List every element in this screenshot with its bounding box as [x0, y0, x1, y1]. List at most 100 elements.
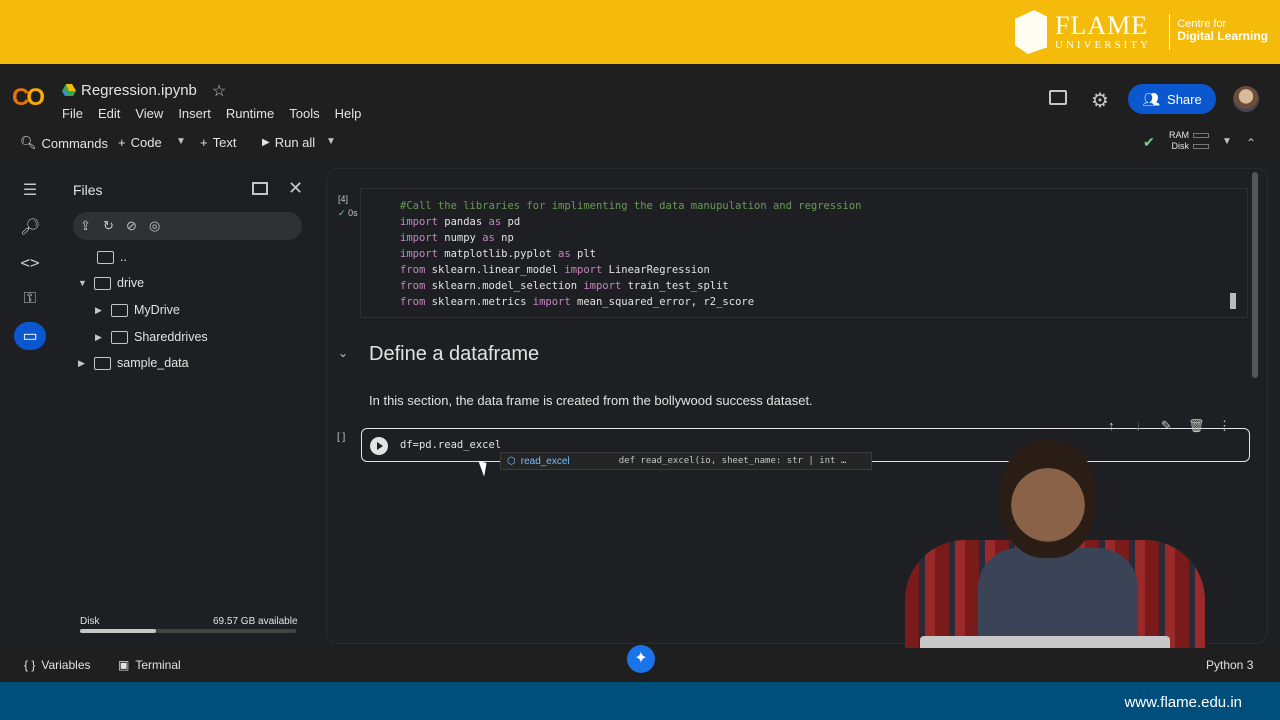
- code-line: from sklearn.linear_model import LinearR…: [400, 264, 710, 276]
- flame-logo: FLAME UNIVERSITY: [1015, 10, 1170, 54]
- caret-right-icon[interactable]: ▶: [95, 305, 105, 316]
- share-label: Share: [1167, 91, 1202, 107]
- section-heading: Define a dataframe: [369, 343, 540, 365]
- files-panel-title: Files: [73, 182, 103, 198]
- left-rail: [0, 168, 60, 648]
- delete-icon[interactable]: 🗑︎: [1188, 418, 1205, 434]
- files-panel: [60, 168, 318, 648]
- run-all-label: Run all: [274, 135, 316, 150]
- menu-view[interactable]: View: [135, 106, 163, 121]
- exec-time: 0s: [348, 208, 358, 218]
- code-line: import numpy as np: [400, 232, 514, 244]
- hide-files-icon[interactable]: ◎: [149, 218, 160, 234]
- autocomplete-popup[interactable]: ⬡ read_excel def read_excel(io, sheet_na…: [500, 452, 872, 470]
- section-description: In this section, the data frame is creat…: [369, 393, 813, 408]
- move-up-icon[interactable]: ↑: [1108, 418, 1115, 433]
- folder-icon: [111, 330, 128, 344]
- footer-banner: [0, 682, 1280, 720]
- disk-usage-fill: [80, 629, 156, 633]
- caret-right-icon[interactable]: ▶: [78, 358, 88, 369]
- tree-item-drive[interactable]: ▼ drive: [78, 276, 144, 290]
- caret-right-icon[interactable]: ▶: [95, 332, 105, 343]
- caret-down-icon[interactable]: ▼: [78, 278, 88, 288]
- runtime-type[interactable]: Python 3: [1206, 658, 1253, 672]
- more-options-icon[interactable]: ⋮: [1218, 418, 1231, 434]
- tree-item-label: sample_data: [117, 356, 189, 370]
- gear-icon[interactable]: ⚙: [1091, 88, 1109, 113]
- run-all-button[interactable]: ▶ Run all: [262, 135, 315, 150]
- chevron-down-icon[interactable]: ▼: [326, 136, 336, 147]
- variables-button[interactable]: { } Variables: [24, 658, 91, 672]
- autocomplete-signature: def read_excel(io, sheet_name: str | int…: [618, 456, 847, 466]
- code-snippets-icon[interactable]: <>: [20, 253, 40, 273]
- folder-icon: [111, 303, 128, 317]
- notebook-title[interactable]: Regression.ipynb: [81, 82, 197, 99]
- close-icon[interactable]: ✕: [288, 178, 303, 199]
- table-of-contents-icon[interactable]: ☰: [20, 180, 40, 200]
- menu-runtime[interactable]: Runtime: [226, 106, 274, 121]
- variables-label: Variables: [41, 658, 91, 672]
- commands-button[interactable]: 🔍︎ Commands: [20, 135, 108, 151]
- tree-item-parent[interactable]: ..: [97, 250, 127, 264]
- terminal-icon: ▣: [118, 658, 130, 672]
- brand-divider: [1169, 14, 1170, 50]
- key-icon[interactable]: ⚿: [20, 290, 40, 310]
- chevron-up-icon[interactable]: ⌃: [1246, 136, 1256, 150]
- code-line: import matplotlib.pyplot as plt: [400, 248, 596, 260]
- star-icon[interactable]: ☆: [212, 81, 226, 101]
- menu-help[interactable]: Help: [335, 106, 362, 121]
- run-cell-button[interactable]: [370, 437, 388, 455]
- resource-monitor[interactable]: RAM Disk: [1169, 130, 1189, 152]
- tree-item-label: Shareddrives: [134, 330, 208, 344]
- folder-icon: [97, 250, 114, 264]
- refresh-icon[interactable]: ↻: [103, 218, 114, 234]
- chevron-down-icon[interactable]: ⌄: [338, 346, 348, 360]
- cell-scrollbar[interactable]: [1230, 293, 1236, 309]
- colab-logo[interactable]: CO: [12, 84, 45, 112]
- notebook-scrollbar[interactable]: [1252, 172, 1258, 378]
- footer-url: www.flame.edu.in: [1124, 694, 1242, 711]
- text-label: Text: [212, 135, 237, 150]
- move-down-icon[interactable]: ↓: [1135, 418, 1142, 433]
- code-line[interactable]: df=pd.read_excel: [400, 439, 501, 451]
- autocomplete-suggestion[interactable]: read_excel: [521, 456, 619, 467]
- disk-label-top: Disk: [1171, 141, 1190, 151]
- tree-item-sample-data[interactable]: ▶ sample_data: [78, 356, 189, 370]
- comments-icon[interactable]: [1049, 90, 1067, 105]
- disk-available: 69.57 GB available: [213, 616, 298, 627]
- tree-item-shareddrives[interactable]: ▶ Shareddrives: [95, 330, 208, 344]
- tree-item-mydrive[interactable]: ▶ MyDrive: [95, 303, 180, 317]
- open-in-window-icon[interactable]: [252, 182, 268, 195]
- gemini-sparkle-icon[interactable]: ✦: [627, 645, 655, 673]
- menu-edit[interactable]: Edit: [98, 106, 120, 121]
- google-drive-icon[interactable]: [62, 84, 76, 96]
- code-label: Code: [130, 135, 162, 150]
- terminal-button[interactable]: ▣ Terminal: [118, 658, 181, 672]
- search-icon: 🔍︎: [20, 135, 37, 150]
- brand-sub: UNIVERSITY: [1055, 39, 1151, 51]
- code-line: from sklearn.model_selection import trai…: [400, 280, 729, 292]
- upload-icon[interactable]: ⇪: [80, 218, 91, 234]
- menu-insert[interactable]: Insert: [178, 106, 211, 121]
- add-code-button[interactable]: + Code: [118, 135, 162, 150]
- notebook-toolbar: [0, 128, 1280, 158]
- chevron-down-icon[interactable]: ▼: [1222, 136, 1232, 147]
- terminal-label: Terminal: [135, 658, 181, 672]
- chevron-down-icon[interactable]: ▼: [176, 136, 186, 147]
- code-line: #Call the libraries for implimenting the…: [400, 200, 862, 212]
- share-button[interactable]: 👥︎ Share: [1128, 84, 1216, 114]
- cell2-exec-count: [ ]: [337, 432, 346, 443]
- brand-centre-text: Centre for Digital Learning: [1177, 18, 1268, 43]
- plus-icon: +: [200, 135, 208, 150]
- edit-icon[interactable]: ✎: [1161, 418, 1172, 434]
- add-text-button[interactable]: + Text: [200, 135, 236, 150]
- unmount-drive-icon[interactable]: ⊘: [126, 218, 137, 234]
- menu-tools[interactable]: Tools: [289, 106, 319, 121]
- avatar[interactable]: [1233, 86, 1259, 112]
- menu-file[interactable]: File: [62, 106, 83, 121]
- folder-icon: [94, 356, 111, 370]
- resource-bars: [1193, 133, 1209, 155]
- plus-icon: +: [118, 135, 126, 150]
- find-icon[interactable]: 🔎︎: [20, 217, 40, 237]
- code-line: import pandas as pd: [400, 216, 521, 228]
